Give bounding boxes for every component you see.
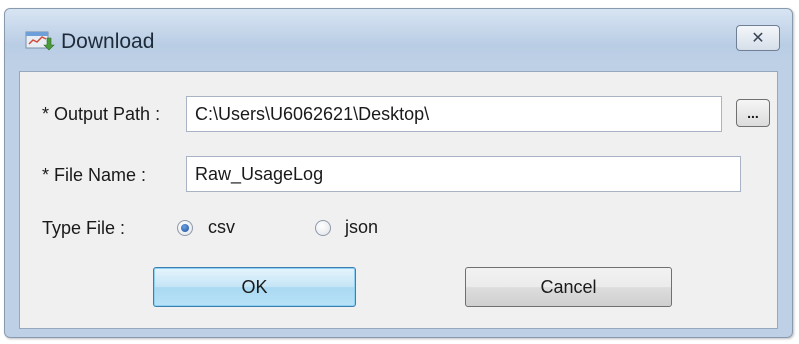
browse-button[interactable]: ... xyxy=(736,99,770,127)
csv-radio-label[interactable]: csv xyxy=(208,217,235,238)
file-name-input[interactable] xyxy=(186,156,741,192)
output-path-input[interactable] xyxy=(186,96,722,132)
json-radio[interactable] xyxy=(315,220,331,236)
type-file-label: Type File : xyxy=(42,218,126,238)
cancel-button[interactable]: Cancel xyxy=(465,267,672,307)
download-app-icon xyxy=(25,29,55,51)
close-button[interactable]: ✕ xyxy=(736,25,780,51)
download-dialog: Download ✕ * Output Path : ... * File Na… xyxy=(4,8,793,338)
output-path-label: * Output Path : xyxy=(42,104,161,124)
window-title: Download xyxy=(61,30,155,53)
csv-radio[interactable] xyxy=(177,220,193,236)
json-radio-label[interactable]: json xyxy=(345,217,378,238)
title-bar[interactable]: Download ✕ xyxy=(5,9,792,65)
file-name-label: * File Name : xyxy=(42,165,147,185)
dialog-body: * Output Path : ... * File Name : Type F… xyxy=(19,71,778,329)
close-icon: ✕ xyxy=(751,30,765,47)
ok-button[interactable]: OK xyxy=(153,267,356,307)
